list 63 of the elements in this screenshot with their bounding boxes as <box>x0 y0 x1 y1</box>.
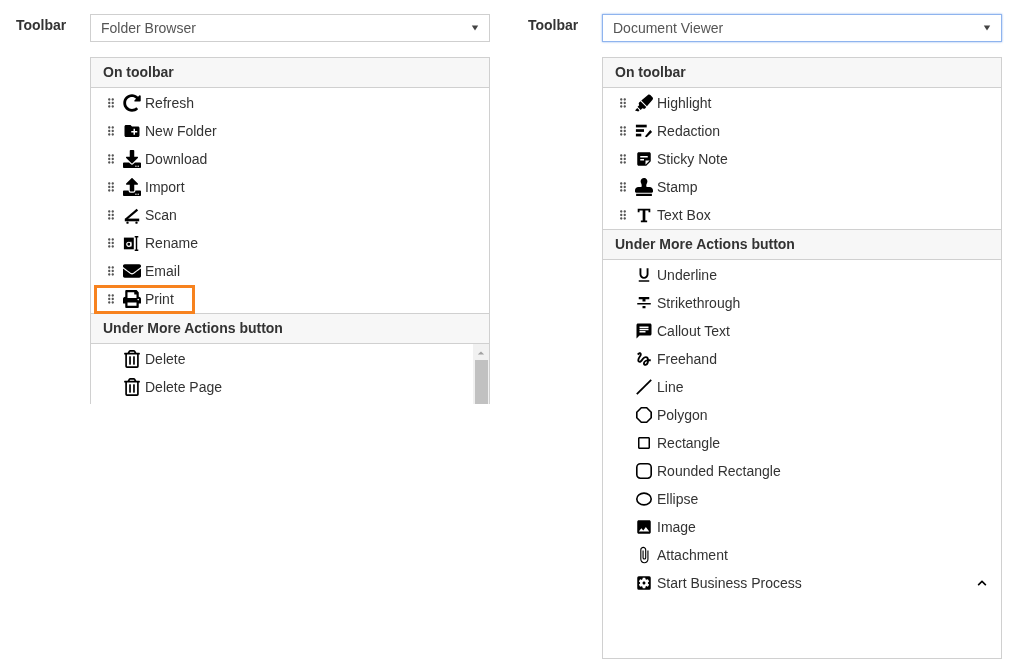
speech-bubble-icon <box>635 322 653 340</box>
toolbar-item-label[interactable]: Text Box <box>657 204 711 226</box>
toolbar-select[interactable]: Document Viewer <box>602 14 1002 42</box>
toolbar-select[interactable]: Folder Browser <box>90 14 490 42</box>
toolbar-item-label[interactable]: Polygon <box>657 404 708 426</box>
line-icon <box>635 378 653 396</box>
toolbar-item-label[interactable]: New Folder <box>145 120 217 142</box>
folder-plus-icon <box>123 122 141 140</box>
toolbar-item-label[interactable]: Print <box>145 288 174 310</box>
toolbar-item-label[interactable]: Sticky Note <box>657 148 728 170</box>
toolbar-item-label[interactable]: Freehand <box>657 348 717 370</box>
toolbar-item-label[interactable]: Refresh <box>145 92 195 114</box>
toolbar-item-label[interactable]: Start Business Process <box>657 572 802 594</box>
printer-icon <box>123 290 141 308</box>
toolbar-label: Toolbar <box>528 16 580 35</box>
toolbar-item-label[interactable]: Line <box>657 376 684 398</box>
envelope-icon <box>123 262 141 280</box>
toolbar-item-label[interactable]: Underline <box>657 264 717 286</box>
octagon-icon <box>635 406 653 424</box>
toolbar-item-label[interactable]: Rename <box>145 232 198 254</box>
toolbar-item-label[interactable]: Highlight <box>657 92 712 114</box>
toolbar-item-label[interactable]: Import <box>145 176 185 198</box>
toolbar-item-label[interactable]: Image <box>657 516 696 538</box>
toolbar-item-label[interactable]: Stamp <box>657 176 698 198</box>
rename-icon <box>123 234 141 252</box>
trash-icon <box>123 350 141 368</box>
image-icon <box>635 518 653 536</box>
section-header: On toolbar <box>91 57 489 88</box>
toolbar-label: Toolbar <box>16 16 68 35</box>
refresh-icon <box>123 94 141 112</box>
toolbar-item-label[interactable]: Ellipse <box>657 488 699 510</box>
scanner-icon <box>123 206 141 224</box>
toolbar-item-label[interactable]: Attachment <box>657 544 728 566</box>
toolbar-item-label[interactable]: Redaction <box>657 120 721 142</box>
stamp-icon <box>635 178 653 196</box>
upload-icon <box>123 178 141 196</box>
rounded-square-icon <box>635 462 653 480</box>
section-header: Under More Actions button <box>603 229 1001 260</box>
toolbar-item-label[interactable]: Rectangle <box>657 432 721 454</box>
dropdown-caret-icon <box>983 24 991 32</box>
toolbar-item-label[interactable]: Delete <box>145 348 186 370</box>
redaction-icon <box>635 122 653 140</box>
squiggle-icon <box>635 350 653 368</box>
toolbar-item-label[interactable]: Scan <box>145 204 177 226</box>
text-icon <box>635 206 653 224</box>
section-header: On toolbar <box>603 57 1001 88</box>
chevron-up-icon[interactable] <box>977 578 987 588</box>
scrollbar-thumb[interactable] <box>474 360 488 404</box>
highlighter-icon <box>635 94 653 112</box>
toolbar-item-label[interactable]: Email <box>145 260 180 282</box>
toolbar-item-label[interactable]: Download <box>145 148 208 170</box>
gear-icon <box>635 574 653 592</box>
note-icon <box>635 150 653 168</box>
toolbar-item-label[interactable]: Callout Text <box>657 320 730 342</box>
trash-icon <box>123 378 141 396</box>
scrollbar[interactable] <box>473 344 489 404</box>
toolbar-item-label[interactable]: Strikethrough <box>657 292 741 314</box>
ellipse-icon <box>635 490 653 508</box>
toolbar-item-label[interactable]: Delete Page <box>145 376 223 398</box>
download-icon <box>123 150 141 168</box>
dropdown-caret-icon <box>471 24 479 32</box>
section-header: Under More Actions button <box>91 313 489 344</box>
toolbar-item-label[interactable]: Rounded Rectangle <box>657 460 781 482</box>
